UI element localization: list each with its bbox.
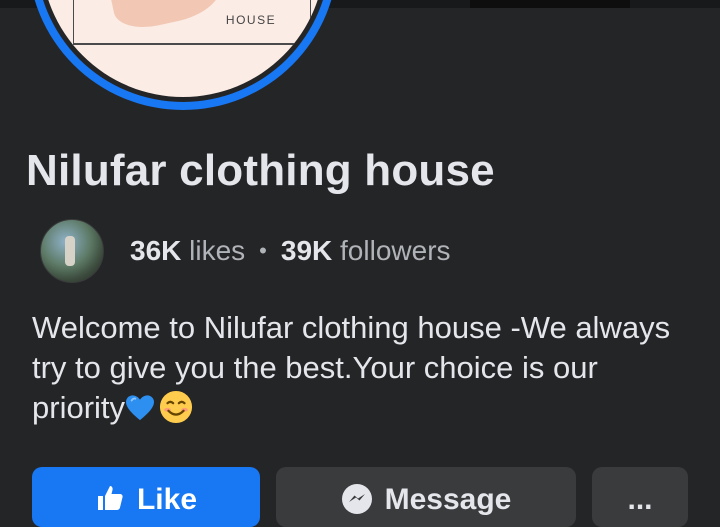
profile-picture-image: HOUSE xyxy=(41,0,325,97)
logo-text: HOUSE xyxy=(225,13,277,27)
message-label: Message xyxy=(384,483,512,516)
page-stats: 36K likes • 39K followers xyxy=(40,219,451,283)
more-options-button[interactable]: ... xyxy=(592,467,688,527)
logo-divider xyxy=(73,43,309,45)
page-bio: Welcome to Nilufar clothing house -We al… xyxy=(32,308,692,428)
blue-heart-icon xyxy=(126,395,155,421)
followers-count: 39K xyxy=(280,235,333,266)
likes-label: likes xyxy=(189,235,246,266)
messenger-icon xyxy=(341,483,373,515)
profile-picture-border: HOUSE xyxy=(36,0,330,102)
mutual-avatar[interactable] xyxy=(40,219,104,283)
stats-separator: • xyxy=(259,238,267,263)
followers-stat[interactable]: 39K followers xyxy=(281,235,451,267)
more-options-label: ... xyxy=(627,483,653,516)
likes-stat[interactable]: 36K likes xyxy=(130,235,245,267)
like-label: Like xyxy=(136,483,198,516)
page-title: Nilufar clothing house xyxy=(26,146,495,195)
smiling-face-icon xyxy=(159,390,193,424)
likes-count: 36K xyxy=(130,235,182,266)
like-button[interactable]: Like xyxy=(32,467,260,527)
cover-photo-dark-region xyxy=(470,0,630,8)
followers-label: followers xyxy=(340,235,451,266)
thumbs-up-icon xyxy=(95,483,125,513)
message-button[interactable]: Message xyxy=(276,467,576,527)
profile-picture[interactable]: HOUSE xyxy=(28,0,338,110)
